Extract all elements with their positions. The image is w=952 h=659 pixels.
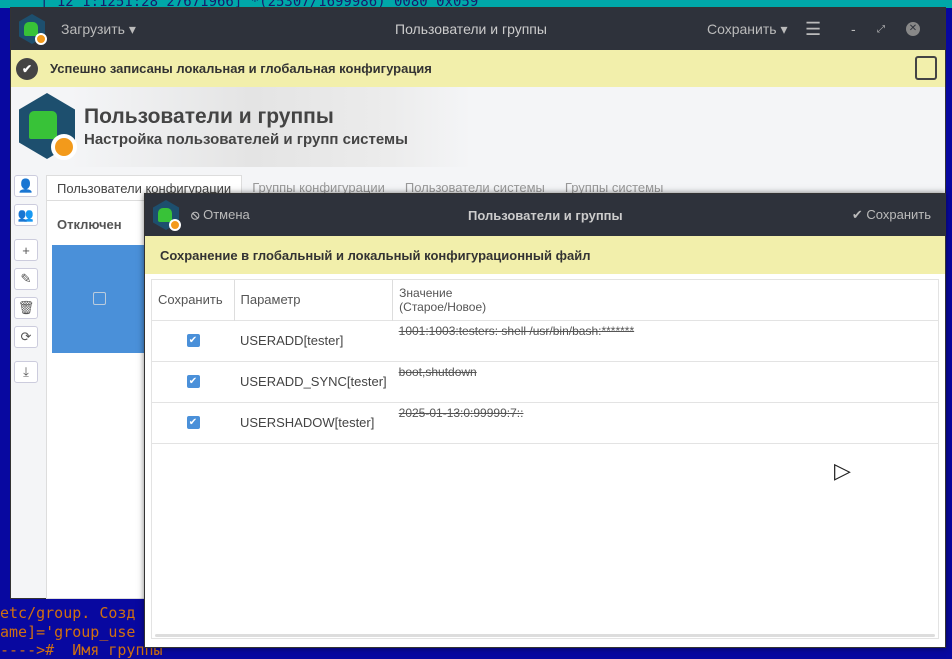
old-value-cell: 2025-01-13:0:99999:7:: (392, 401, 938, 443)
dialog-save-button[interactable]: ✔ Сохранить (852, 207, 931, 223)
old-value-cell: boot,shutdown (392, 360, 938, 402)
load-menu-button[interactable]: Загрузить ▾ (61, 21, 136, 38)
header-title: Пользователи и группы (84, 105, 334, 128)
mouse-cursor-icon: ▷ (834, 458, 851, 483)
dialog-title: Пользователи и группы (468, 207, 623, 223)
column-disabled-header: Отключен (57, 217, 122, 232)
table-row: ✔ USERADD[tester] 1001:1003:testers: shell… (152, 319, 938, 361)
param-cell: USERSHADOW[tester] (234, 401, 393, 443)
main-titlebar: Загрузить ▾ Пользователи и группы Сохран… (11, 8, 945, 50)
column-header-save: Сохранить (158, 292, 223, 308)
save-config-icon[interactable] (915, 56, 937, 80)
header-subtitle: Настройка пользователей и групп системы (84, 131, 408, 148)
cancel-button[interactable]: ⦸ Отмена (191, 207, 250, 223)
close-button[interactable]: ✕ (906, 22, 920, 36)
disabled-checkbox[interactable] (93, 292, 106, 305)
table-row: ✔ USERSHADOW[tester] 2025-01-13:0:99999:7:… (152, 401, 938, 443)
check-icon: ✔ (851, 207, 863, 222)
notice-text: Успешно записаны локальная и глобальная … (50, 61, 432, 76)
user-settings-icon[interactable]: 👤 (14, 175, 38, 197)
changes-table: Сохранить Параметр Значение (Старое/Новое… (152, 280, 938, 444)
table-row: ✔ USERADD_SYNC[tester] boot,shutdown (152, 360, 938, 402)
save-checkbox[interactable]: ✔ (152, 319, 234, 361)
param-cell: USERADD[tester] (234, 319, 393, 361)
check-circle-icon: ✔ (16, 57, 38, 80)
edit-icon[interactable]: ✎ (14, 268, 38, 290)
users-table-panel: Отключен (46, 200, 157, 599)
dialog-notice: Сохранение в глобальный и локальный конф… (145, 236, 945, 274)
save-menu-button[interactable]: Сохранить ▾ (707, 21, 788, 38)
dialog-titlebar: ⦸ Отмена Пользователи и группы ✔ Сохрани… (145, 194, 945, 236)
cancel-icon: ⦸ (191, 207, 200, 222)
groups-icon[interactable]: 👥 (14, 204, 38, 226)
add-icon[interactable]: + (14, 239, 38, 261)
changes-table-container: Сохранить Параметр Значение (Старое/Новое… (151, 279, 939, 639)
minimize-button[interactable]: - (851, 21, 856, 37)
terminal-line: ----># Имя группы (0, 641, 163, 659)
dialog-logo-icon (153, 200, 181, 231)
terminal-line: etc/group. Созд (0, 604, 136, 622)
refresh-icon[interactable]: ⟳ (14, 326, 38, 348)
download-icon[interactable]: ⤓ (14, 361, 38, 383)
app-logo-icon (19, 14, 47, 45)
hamburger-menu-icon[interactable]: ☰ (805, 19, 821, 40)
column-header-value: Значение (Старое/Новое) (392, 280, 938, 320)
save-dialog: ⦸ Отмена Пользователи и группы ✔ Сохрани… (144, 193, 946, 648)
param-cell: USERADD_SYNC[tester] (234, 360, 393, 402)
terminal-line: ame]='group_use (0, 623, 136, 641)
app-header-logo-icon (19, 93, 77, 160)
success-notice: ✔ Успешно записаны локальная и глобальна… (11, 50, 945, 87)
window-title: Пользователи и группы (395, 21, 547, 37)
old-value-cell: 1001:1003:testers: shell /usr/bin/bash:*… (392, 319, 938, 361)
selected-row[interactable] (52, 245, 157, 353)
save-checkbox[interactable]: ✔ (152, 401, 234, 443)
column-header-param: Параметр (233, 280, 393, 320)
horizontal-scrollbar[interactable] (155, 634, 935, 637)
delete-icon[interactable]: 🗑 (14, 297, 38, 319)
maximize-button[interactable]: ⤢ (877, 24, 885, 35)
save-checkbox[interactable]: ✔ (152, 360, 234, 402)
app-header: Пользователи и группы Настройка пользова… (11, 87, 945, 167)
